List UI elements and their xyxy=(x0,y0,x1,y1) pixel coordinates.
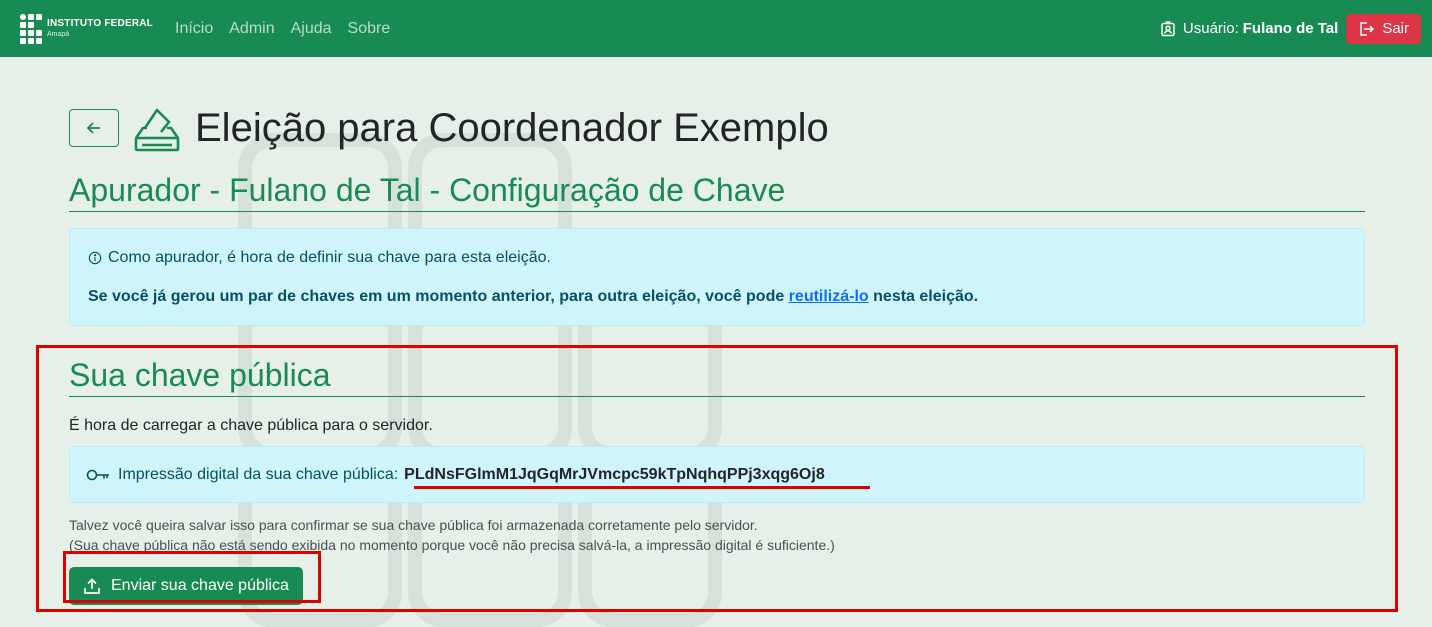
top-navbar: INSTITUTO FEDERAL Amapá Início Admin Aju… xyxy=(0,0,1432,57)
section-title-configuracao: Apurador - Fulano de Tal - Configuração … xyxy=(69,172,1365,213)
user-name: Fulano de Tal xyxy=(1242,20,1339,37)
arrow-left-icon xyxy=(86,122,100,134)
back-button[interactable] xyxy=(69,109,119,147)
logout-button[interactable]: Sair xyxy=(1346,13,1421,44)
nav-link-sobre[interactable]: Sobre xyxy=(348,20,391,38)
user-info: Usuário: Fulano de Tal xyxy=(1160,20,1338,37)
title-row: Eleição para Coordenador Exemplo xyxy=(69,103,1365,153)
page-title: Eleição para Coordenador Exemplo xyxy=(195,106,829,150)
logout-icon xyxy=(1360,21,1375,36)
ballot-box-icon xyxy=(134,108,180,152)
intro-info-alert: Como apurador, é hora de definir sua cha… xyxy=(69,228,1365,327)
annotation-box-upload-button xyxy=(63,551,321,603)
nav-link-admin[interactable]: Admin xyxy=(229,20,274,38)
nav-link-ajuda[interactable]: Ajuda xyxy=(291,20,332,38)
intro-line2: Se você já gerou um par de chaves em um … xyxy=(88,288,979,306)
brand-name: INSTITUTO FEDERAL xyxy=(47,18,153,29)
logout-label: Sair xyxy=(1382,20,1409,37)
reuse-key-link[interactable]: reutilizá-lo xyxy=(789,288,869,305)
info-circle-icon xyxy=(88,251,102,265)
brand-subtitle: Amapá xyxy=(47,31,70,38)
intro-line1: Como apurador, é hora de definir sua cha… xyxy=(108,249,551,267)
user-badge-icon xyxy=(1161,20,1175,36)
nav-link-inicio[interactable]: Início xyxy=(175,20,213,38)
user-label: Usuário: xyxy=(1182,20,1239,37)
nav-links: Início Admin Ajuda Sobre xyxy=(175,20,390,38)
institute-logo-icon xyxy=(20,13,42,44)
annotation-underline-fingerprint xyxy=(414,486,870,489)
brand-logo-link[interactable]: INSTITUTO FEDERAL Amapá xyxy=(20,13,153,44)
